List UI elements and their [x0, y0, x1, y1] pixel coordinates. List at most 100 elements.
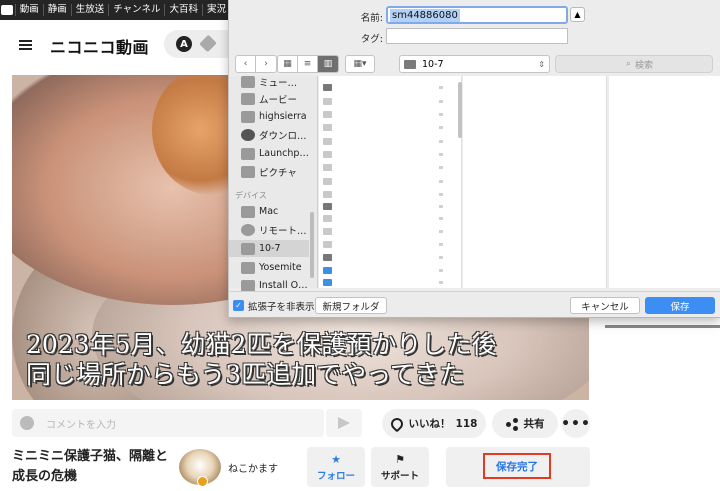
- comment-input[interactable]: コメントを入力: [12, 409, 324, 437]
- topbar-item-channel[interactable]: チャンネル: [108, 4, 164, 16]
- list-item[interactable]: [323, 266, 443, 275]
- sidebar-item-pictures[interactable]: ピクチャ: [229, 163, 309, 180]
- sidebar-item-launchpad[interactable]: Launchp…: [229, 145, 309, 162]
- expand-dialog-button[interactable]: ▲: [570, 7, 585, 22]
- search-icon: ⌕: [626, 59, 632, 69]
- list-item[interactable]: [323, 137, 443, 146]
- list-item[interactable]: [323, 278, 443, 287]
- cancel-button[interactable]: キャンセル: [570, 297, 640, 314]
- sidebar-item-label: Mac: [259, 206, 279, 217]
- topbar-item-seiga[interactable]: 静画: [42, 4, 71, 16]
- like-label: いいね！: [408, 418, 451, 430]
- list-item[interactable]: [323, 177, 443, 186]
- share-button[interactable]: 共有: [492, 409, 558, 438]
- list-item[interactable]: [323, 110, 443, 119]
- dialog-sidebar: ミュー… ムービー highsierra ダウンロ… Launchp… ピクチャ…: [229, 73, 318, 292]
- filename-field[interactable]: sm44886080: [386, 6, 568, 24]
- list-view-icon[interactable]: ≡: [298, 56, 318, 72]
- list-item[interactable]: [323, 202, 443, 211]
- list-item[interactable]: [323, 83, 443, 92]
- send-comment-button[interactable]: [326, 409, 362, 437]
- search-field[interactable]: ⌕ 検索: [555, 55, 713, 73]
- screen: 動画 静画 生放送 チャンネル 大百科 実況 ニコニコ動画 A 2023年5月、…: [0, 0, 720, 491]
- share-label: 共有: [523, 418, 545, 430]
- camera-icon: [241, 165, 255, 178]
- flag-icon: ⚑: [395, 453, 405, 466]
- arrange-button[interactable]: ▦▾: [345, 55, 375, 73]
- list-item[interactable]: [323, 123, 443, 132]
- topbar-item-video[interactable]: 動画: [14, 4, 43, 16]
- list-item[interactable]: [323, 240, 443, 249]
- dialog-bottom-bar: ✓ 拡張子を非表示 新規フォルダ キャンセル 保存: [229, 291, 720, 317]
- list-item[interactable]: [323, 150, 443, 159]
- premium-badge-icon: [197, 476, 208, 487]
- filename-value: sm44886080: [390, 9, 460, 22]
- list-item[interactable]: [323, 253, 443, 262]
- search-placeholder: 検索: [635, 60, 654, 71]
- column-scrollbar[interactable]: [458, 82, 462, 138]
- topbar-item-live[interactable]: 生放送: [70, 4, 109, 16]
- column-view-icon[interactable]: ▥: [318, 56, 338, 72]
- folder-icon: [404, 59, 416, 69]
- sidebar-item-label: ダウンロ…: [259, 130, 307, 142]
- send-icon: [338, 417, 350, 429]
- icon-view-icon[interactable]: ▦: [278, 56, 298, 72]
- list-item[interactable]: [323, 214, 443, 223]
- forward-icon[interactable]: ›: [256, 56, 276, 72]
- hide-extension-checkbox[interactable]: ✓: [233, 300, 244, 311]
- music-icon: [241, 75, 255, 88]
- list-item[interactable]: [323, 190, 443, 199]
- save-dialog: 名前: sm44886080 ▲ タグ: ‹ › ▦ ≡ ▥ ▦▾ 10-7 ⇕: [228, 0, 720, 318]
- drive-icon: [241, 242, 255, 255]
- drive-icon: [241, 261, 255, 274]
- account-icon[interactable]: A: [176, 36, 192, 52]
- tag-label: タグ:: [360, 34, 383, 45]
- uploader-name[interactable]: ねこかます: [228, 460, 278, 475]
- sidebar-item-label: Install O…: [259, 280, 308, 291]
- sidebar-item-music[interactable]: ミュー…: [229, 73, 309, 90]
- location-popup[interactable]: 10-7 ⇕: [399, 55, 550, 73]
- sidebar-device-remote[interactable]: リモート…: [229, 221, 309, 238]
- topbar-item-dic[interactable]: 大百科: [164, 4, 202, 16]
- share-icon: [505, 417, 518, 431]
- topbar-item-jikkyo[interactable]: 実況: [201, 4, 230, 16]
- heart-icon: [388, 415, 406, 432]
- sidebar-item-movies[interactable]: ムービー: [229, 90, 309, 107]
- list-item[interactable]: [323, 97, 443, 106]
- sidebar-item-home[interactable]: highsierra: [229, 108, 309, 125]
- sidebar-device-10-7[interactable]: 10-7: [229, 240, 309, 257]
- name-label: 名前:: [360, 13, 383, 24]
- support-button[interactable]: ⚑ サポート: [371, 447, 429, 487]
- list-item[interactable]: [323, 227, 443, 236]
- home-icon: [241, 110, 255, 123]
- palette-icon[interactable]: [20, 416, 34, 430]
- hide-extension-label: 拡張子を非表示: [248, 302, 315, 313]
- hamburger-menu-icon[interactable]: [19, 40, 32, 50]
- more-icon: •••: [561, 415, 591, 432]
- list-item[interactable]: [323, 163, 443, 172]
- sidebar-scrollbar[interactable]: [310, 212, 314, 278]
- sidebar-device-mac[interactable]: Mac: [229, 203, 309, 220]
- new-folder-button[interactable]: 新規フォルダ: [315, 297, 387, 314]
- save-button[interactable]: 保存: [645, 297, 715, 314]
- browser-column-3: [609, 76, 720, 288]
- drive-icon: [241, 279, 255, 292]
- niconico-logo-icon[interactable]: [0, 0, 15, 20]
- sidebar-device-yosemite[interactable]: Yosemite: [229, 259, 309, 276]
- dialog-toolbar: ‹ › ▦ ≡ ▥ ▦▾ 10-7 ⇕ ⌕ 検索: [229, 53, 720, 75]
- sidebar-item-downloads[interactable]: ダウンロ…: [229, 126, 309, 143]
- back-icon[interactable]: ‹: [236, 56, 256, 72]
- save-done-status[interactable]: 保存完了: [483, 453, 551, 479]
- movie-icon: [241, 92, 255, 105]
- tag-icon[interactable]: [199, 34, 217, 53]
- tag-field[interactable]: [386, 28, 568, 44]
- updown-icon: ⇕: [538, 59, 545, 69]
- comment-placeholder: コメントを入力: [46, 420, 116, 431]
- follow-button[interactable]: ★ フォロー: [307, 447, 365, 487]
- account-pill[interactable]: A: [164, 30, 234, 58]
- sidebar-item-label: ピクチャ: [259, 167, 297, 179]
- more-button[interactable]: •••: [561, 409, 591, 438]
- disc-icon: [241, 223, 255, 236]
- brand-logo[interactable]: ニコニコ動画: [50, 34, 149, 58]
- like-button[interactable]: いいね！ 118: [382, 409, 486, 438]
